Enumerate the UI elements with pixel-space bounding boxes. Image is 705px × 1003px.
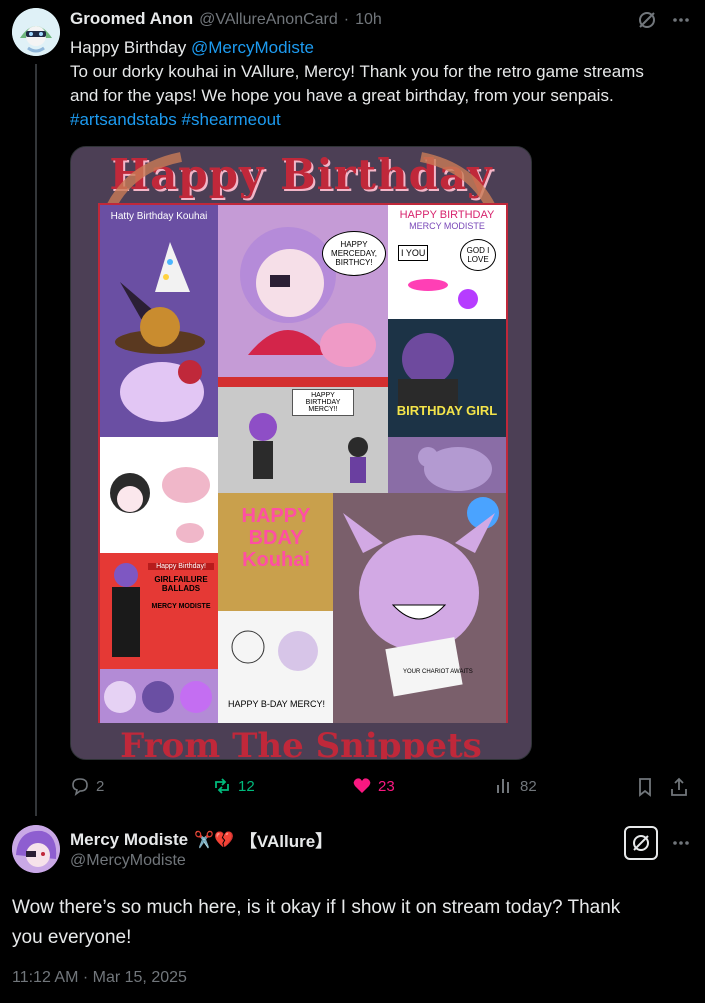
birthday-girl-text: BIRTHDAY GIRL bbox=[396, 403, 498, 418]
repost-button[interactable]: 12 bbox=[212, 776, 255, 796]
reply-button[interactable]: 2 bbox=[70, 776, 104, 796]
big-mascot-illustration bbox=[343, 497, 499, 697]
author-name[interactable]: Groomed Anon bbox=[70, 9, 193, 29]
dot-separator: · bbox=[343, 11, 350, 28]
panel-cat-girls bbox=[100, 437, 218, 553]
note-left: I YOU bbox=[398, 245, 429, 261]
magazine-figure bbox=[112, 563, 140, 657]
views-button[interactable]: 82 bbox=[494, 776, 537, 796]
tweet2-timestamp[interactable]: 11:12 AM · Mar 15, 2025 bbox=[12, 969, 187, 987]
sketch-note: HAPPY B-DAY MERCY! bbox=[228, 699, 326, 709]
panel-bottom-strip bbox=[100, 669, 218, 725]
tweet-image[interactable]: Happy Birthday Mercy Hatty Birthday Kouh… bbox=[70, 146, 532, 760]
tweet2-text: Wow there’s so much here, is it okay if … bbox=[12, 893, 692, 953]
hashtag-link[interactable]: #artsandstabs bbox=[70, 110, 177, 129]
sign-text: HAPPY BIRTHDAY MERCY!! bbox=[292, 389, 354, 416]
avatar-groomed-anon[interactable] bbox=[12, 8, 60, 56]
name-emoji: ✂️💔 bbox=[194, 831, 234, 849]
thread-connector-line bbox=[35, 64, 37, 816]
share-icon[interactable] bbox=[668, 776, 690, 798]
reply-icon bbox=[72, 778, 88, 796]
views-icon bbox=[497, 779, 509, 793]
panel-big-mascot: YOUR CHARIOT AWAITS bbox=[333, 493, 506, 725]
author-tag: 【VAllure】 bbox=[239, 832, 333, 851]
panel-anime-mercy: HAPPY MERCEDAY, BIRTHCY! bbox=[218, 205, 388, 377]
tweet2-line2: you everyone! bbox=[12, 927, 132, 948]
sign-top-bar bbox=[218, 377, 388, 387]
magazine-line-2: GIRLFAILURE BALLADS bbox=[154, 575, 208, 593]
mention-link[interactable]: @MercyModiste bbox=[191, 38, 314, 57]
bottom-strip-illustration bbox=[104, 681, 212, 713]
paper-text: YOUR CHARIOT AWAITS bbox=[403, 669, 473, 675]
magazine-line-1: Happy Birthday! bbox=[148, 563, 214, 570]
speech-bubble: HAPPY MERCEDAY, BIRTHCY! bbox=[322, 231, 386, 276]
like-button[interactable]: 23 bbox=[352, 776, 395, 796]
panel-title-1: HAPPY BIRTHDAY bbox=[399, 209, 495, 221]
collage-footer-text: From The Snippets bbox=[120, 726, 482, 759]
grok-icon[interactable] bbox=[624, 826, 658, 860]
birthday-girl-illustration bbox=[398, 333, 458, 409]
doodle-illustration bbox=[408, 279, 478, 309]
more-icon[interactable] bbox=[670, 832, 692, 854]
mascot-small-illustration bbox=[418, 447, 492, 491]
hashtag-link[interactable]: #shearmeout bbox=[182, 110, 281, 129]
tweet2-line1: Wow there’s so much here, is it okay if … bbox=[12, 897, 621, 918]
views-count: 82 bbox=[520, 777, 537, 795]
panel-magazine: Happy Birthday! GIRLFAILURE BALLADS MERC… bbox=[100, 553, 218, 669]
tweet-time[interactable]: 10h bbox=[355, 11, 382, 29]
reply-count: 2 bbox=[96, 777, 105, 795]
like-count: 23 bbox=[378, 777, 395, 795]
sketches-illustration bbox=[231, 630, 318, 671]
tweet1-line2: To our dorky kouhai in VAllure, Mercy! T… bbox=[70, 62, 644, 81]
avatar-image bbox=[12, 825, 60, 873]
author-handle[interactable]: @VAllureAnonCard bbox=[199, 11, 338, 29]
bookmark-icon[interactable] bbox=[634, 776, 656, 798]
note-right: GOD I LOVE bbox=[460, 239, 496, 271]
repost-icon bbox=[215, 778, 229, 794]
like-icon bbox=[353, 778, 371, 793]
happy-bday-text: HAPPY BDAY Kouhai bbox=[241, 505, 311, 571]
panel-sign: HAPPY BIRTHDAY MERCY!! bbox=[218, 377, 388, 493]
panel-mascot-small bbox=[388, 437, 506, 493]
tweet1-line1-text: Happy Birthday bbox=[70, 38, 191, 57]
panel-sketches: HAPPY B-DAY MERCY! bbox=[218, 611, 333, 725]
tweet1-hashtags: #artsandstabs #shearmeout bbox=[70, 108, 695, 132]
tweet1-header: Groomed Anon @VAllureAnonCard · 10h bbox=[70, 9, 382, 29]
tweet2-header: Mercy Modiste ✂️💔 【VAllure】 bbox=[70, 827, 332, 852]
hat-illustration bbox=[115, 242, 205, 422]
author-name[interactable]: Mercy Modiste bbox=[70, 830, 188, 850]
panel-hat-birthday: Hatty Birthday Kouhai bbox=[100, 205, 218, 437]
collage-grid: Hatty Birthday Kouhai HAPPY MERCEDAY, BI… bbox=[98, 203, 508, 727]
collage-footer: From The Snippets bbox=[71, 723, 531, 759]
avatar-image bbox=[12, 8, 60, 56]
repost-count: 12 bbox=[238, 777, 255, 795]
tweet1-line1: Happy Birthday @MercyModiste bbox=[70, 36, 695, 60]
magazine-line-3: MERCY MODISTE bbox=[151, 603, 211, 610]
more-icon[interactable] bbox=[670, 9, 692, 31]
panel-title-2: MERCY MODISTE bbox=[409, 221, 485, 231]
tweet1-line3: and for the yaps! We hope you have a gre… bbox=[70, 86, 614, 105]
cat-girls-illustration bbox=[110, 467, 210, 543]
panel-hat-title: Hatty Birthday Kouhai bbox=[110, 211, 208, 222]
grok-icon[interactable] bbox=[636, 9, 658, 31]
panel-happy-bday: HAPPY BDAY Kouhai bbox=[218, 493, 333, 611]
anime-illustration bbox=[240, 227, 376, 367]
panel-mercy-modiste: HAPPY BIRTHDAY MERCY MODISTE I YOU GOD I… bbox=[388, 205, 506, 319]
panel-birthday-girl: BIRTHDAY GIRL bbox=[388, 319, 506, 437]
avatar-mercy-modiste[interactable] bbox=[12, 825, 60, 873]
tweet1-text: Happy Birthday @MercyModiste To our dork… bbox=[70, 36, 695, 132]
author-handle[interactable]: @MercyModiste bbox=[70, 852, 186, 870]
